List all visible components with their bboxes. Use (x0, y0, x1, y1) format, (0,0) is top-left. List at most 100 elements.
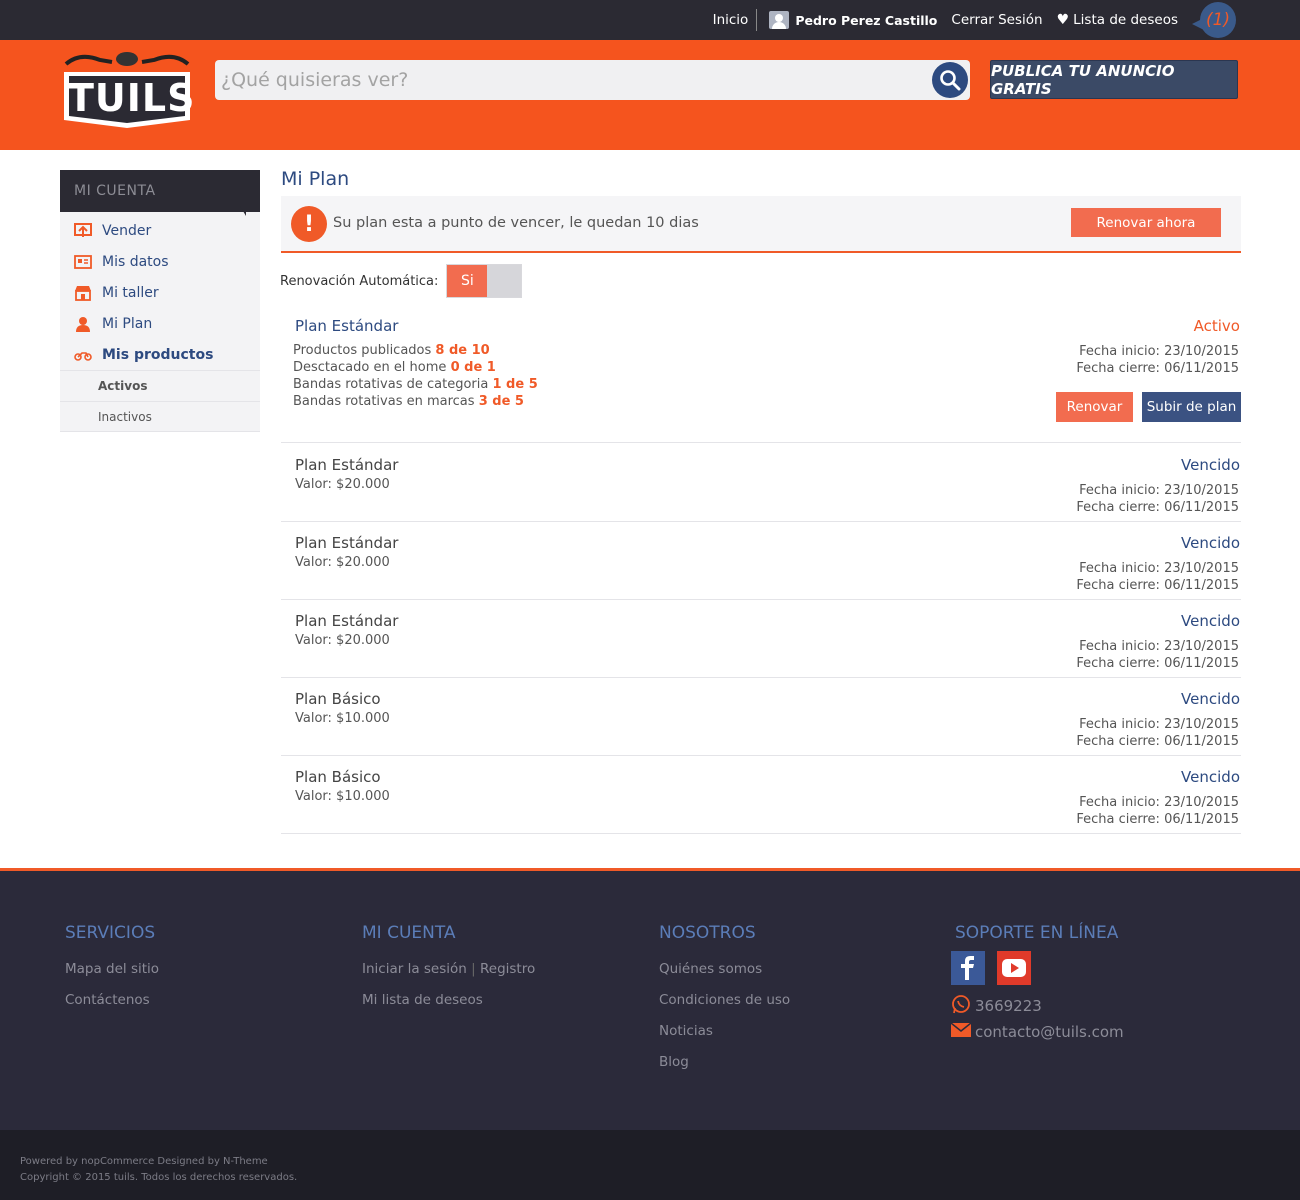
detail-value: 8 de 10 (435, 343, 490, 358)
renew-now-button[interactable]: Renovar ahora (1071, 208, 1221, 237)
plan-dates: Fecha inicio: 23/10/2015 Fecha cierre: 0… (1076, 560, 1239, 594)
list-item: Plan Estándar Valor: $20.000 Vencido Fec… (281, 522, 1241, 600)
detail-row: Bandas rotativas en marcas 3 de 5 (293, 394, 524, 409)
sidebar-item-mis-datos[interactable]: Mis datos (60, 246, 260, 277)
status-badge: Vencido (1181, 768, 1240, 786)
wishlist-link[interactable]: Mi lista de deseos (362, 992, 535, 1023)
sidebar-item-label: Mi taller (102, 284, 159, 301)
logout-link[interactable]: Cerrar Sesión (951, 12, 1042, 28)
list-item: Plan Estándar Valor: $20.000 Vencido Fec… (281, 600, 1241, 678)
footer-column-cuenta: MI CUENTA Iniciar la sesión | Registro M… (362, 923, 535, 1023)
start-date: Fecha inicio: 23/10/2015 (1079, 561, 1239, 576)
end-date: Fecha cierre: 06/11/2015 (1076, 578, 1239, 593)
plan-value: Valor: $10.000 (295, 711, 390, 726)
upgrade-plan-button[interactable]: Subir de plan (1142, 392, 1241, 422)
footer-heading: SERVICIOS (65, 923, 156, 943)
detail-label: Bandas rotativas de categoria (293, 377, 489, 392)
plan-name: Plan Estándar (295, 612, 399, 630)
sidebar-item-label: Vender (102, 222, 152, 239)
sidebar-heading: MI CUENTA (60, 170, 260, 216)
motorcycle-icon (74, 346, 92, 364)
toggle-on-label[interactable]: Si (447, 265, 488, 297)
start-date: Fecha inicio: 23/10/2015 (1079, 717, 1239, 732)
end-date: Fecha cierre: 06/11/2015 (1076, 734, 1239, 749)
detail-label: Productos publicados (293, 343, 432, 358)
phone-number[interactable]: 3669223 (975, 997, 1042, 1015)
news-link[interactable]: Noticias (659, 1023, 790, 1054)
start-date: Fecha inicio: 23/10/2015 (1079, 639, 1239, 654)
plan-history-list: Plan Estándar Valor: $20.000 Vencido Fec… (281, 444, 1241, 834)
store-icon (74, 284, 92, 302)
sidebar-item-mi-plan[interactable]: Mi Plan (60, 308, 260, 339)
register-link[interactable]: Registro (480, 961, 535, 977)
sidebar-subitem-activos[interactable]: Activos (60, 370, 260, 401)
footer-column-soporte: SOPORTE EN LÍNEA 3669223 contacto@tuils.… (950, 923, 1124, 1045)
plan-dates: Fecha inicio: 23/10/2015 Fecha cierre: 0… (1076, 482, 1239, 516)
end-date: Fecha cierre: 06/11/2015 (1076, 812, 1239, 827)
footer-heading: MI CUENTA (362, 923, 456, 943)
user-menu[interactable]: Pedro Perez Castillo (769, 11, 937, 29)
home-link[interactable]: Inicio (713, 12, 749, 28)
renew-button[interactable]: Renovar (1056, 392, 1133, 422)
sitemap-link[interactable]: Mapa del sitio (65, 961, 159, 992)
detail-label: Bandas rotativas en marcas (293, 394, 475, 409)
wishlist-label[interactable]: Lista de deseos (1073, 12, 1178, 28)
tuils-logo[interactable]: TUILS (60, 50, 195, 130)
list-item: Plan Básico Valor: $10.000 Vencido Fecha… (281, 678, 1241, 756)
detail-value: 3 de 5 (478, 394, 524, 409)
publish-ad-button[interactable]: PUBLICA TU ANUNCIO GRATIS (990, 60, 1238, 99)
list-item: Plan Básico Valor: $10.000 Vencido Fecha… (281, 756, 1241, 834)
id-card-icon (74, 253, 92, 271)
sidebar-item-mis-productos[interactable]: Mis productos (60, 339, 260, 370)
terms-link[interactable]: Condiciones de uso (659, 992, 790, 1023)
exclamation-icon: ! (291, 206, 327, 242)
youtube-icon[interactable] (997, 951, 1031, 985)
wishlist-count-badge[interactable]: (1) (1192, 2, 1236, 38)
toggle-knob[interactable] (487, 265, 522, 297)
plan-value: Valor: $20.000 (295, 633, 390, 648)
search-input[interactable] (215, 60, 915, 100)
end-date: Fecha cierre: 06/11/2015 (1076, 361, 1239, 376)
auto-renew-toggle[interactable]: Si (446, 264, 523, 298)
active-plan-card: Plan Estándar Activo Productos publicado… (281, 308, 1241, 443)
plan-value: Valor: $10.000 (295, 789, 390, 804)
copyright-bar: Powered by nopCommerce Designed by N-The… (0, 1130, 1300, 1200)
facebook-icon[interactable] (951, 951, 985, 985)
status-badge: Vencido (1181, 456, 1240, 474)
plan-value: Valor: $20.000 (295, 477, 390, 492)
blog-link[interactable]: Blog (659, 1054, 790, 1085)
contact-link[interactable]: Contáctenos (65, 992, 159, 1023)
detail-value: 1 de 5 (492, 377, 538, 392)
sidebar-item-vender[interactable]: Vender (60, 215, 260, 246)
login-link[interactable]: Iniciar la sesión (362, 961, 467, 977)
footer-column-servicios: SERVICIOS Mapa del sitio Contáctenos (65, 923, 159, 1023)
email-address[interactable]: contacto@tuils.com (975, 1023, 1124, 1041)
user-name[interactable]: Pedro Perez Castillo (795, 13, 937, 28)
search-bar (215, 60, 970, 100)
detail-label: Desctacado en el home (293, 360, 447, 375)
login-register-row: Iniciar la sesión | Registro (362, 961, 535, 992)
end-date: Fecha cierre: 06/11/2015 (1076, 500, 1239, 515)
auto-renew-row: Renovación Automática: Si (280, 264, 523, 298)
end-date: Fecha cierre: 06/11/2015 (1076, 656, 1239, 671)
search-button[interactable] (932, 62, 968, 98)
search-icon (940, 70, 961, 91)
start-date: Fecha inicio: 23/10/2015 (1079, 344, 1239, 359)
alert-message: Su plan esta a punto de vencer, le queda… (333, 215, 699, 231)
plan-name: Plan Estándar (295, 317, 399, 335)
wishlist-link[interactable]: ♥ Lista de deseos (1057, 12, 1178, 28)
plan-dates: Fecha inicio: 23/10/2015 Fecha cierre: 0… (1076, 343, 1239, 377)
envelope-icon (950, 1022, 972, 1041)
powered-by-text: Powered by nopCommerce Designed by N-The… (20, 1156, 268, 1167)
status-badge: Vencido (1181, 690, 1240, 708)
user-icon (74, 315, 92, 333)
account-sidebar: MI CUENTA Vender Mis datos Mi taller Mi … (60, 170, 260, 432)
sidebar-subitem-inactivos[interactable]: Inactivos (60, 401, 260, 432)
plan-name: Plan Estándar (295, 456, 399, 474)
detail-value: 0 de 1 (450, 360, 496, 375)
about-link[interactable]: Quiénes somos (659, 961, 790, 992)
social-links (951, 951, 1124, 985)
divider (756, 9, 758, 31)
sidebar-item-mi-taller[interactable]: Mi taller (60, 277, 260, 308)
sidebar-item-label: Mis datos (102, 253, 169, 270)
